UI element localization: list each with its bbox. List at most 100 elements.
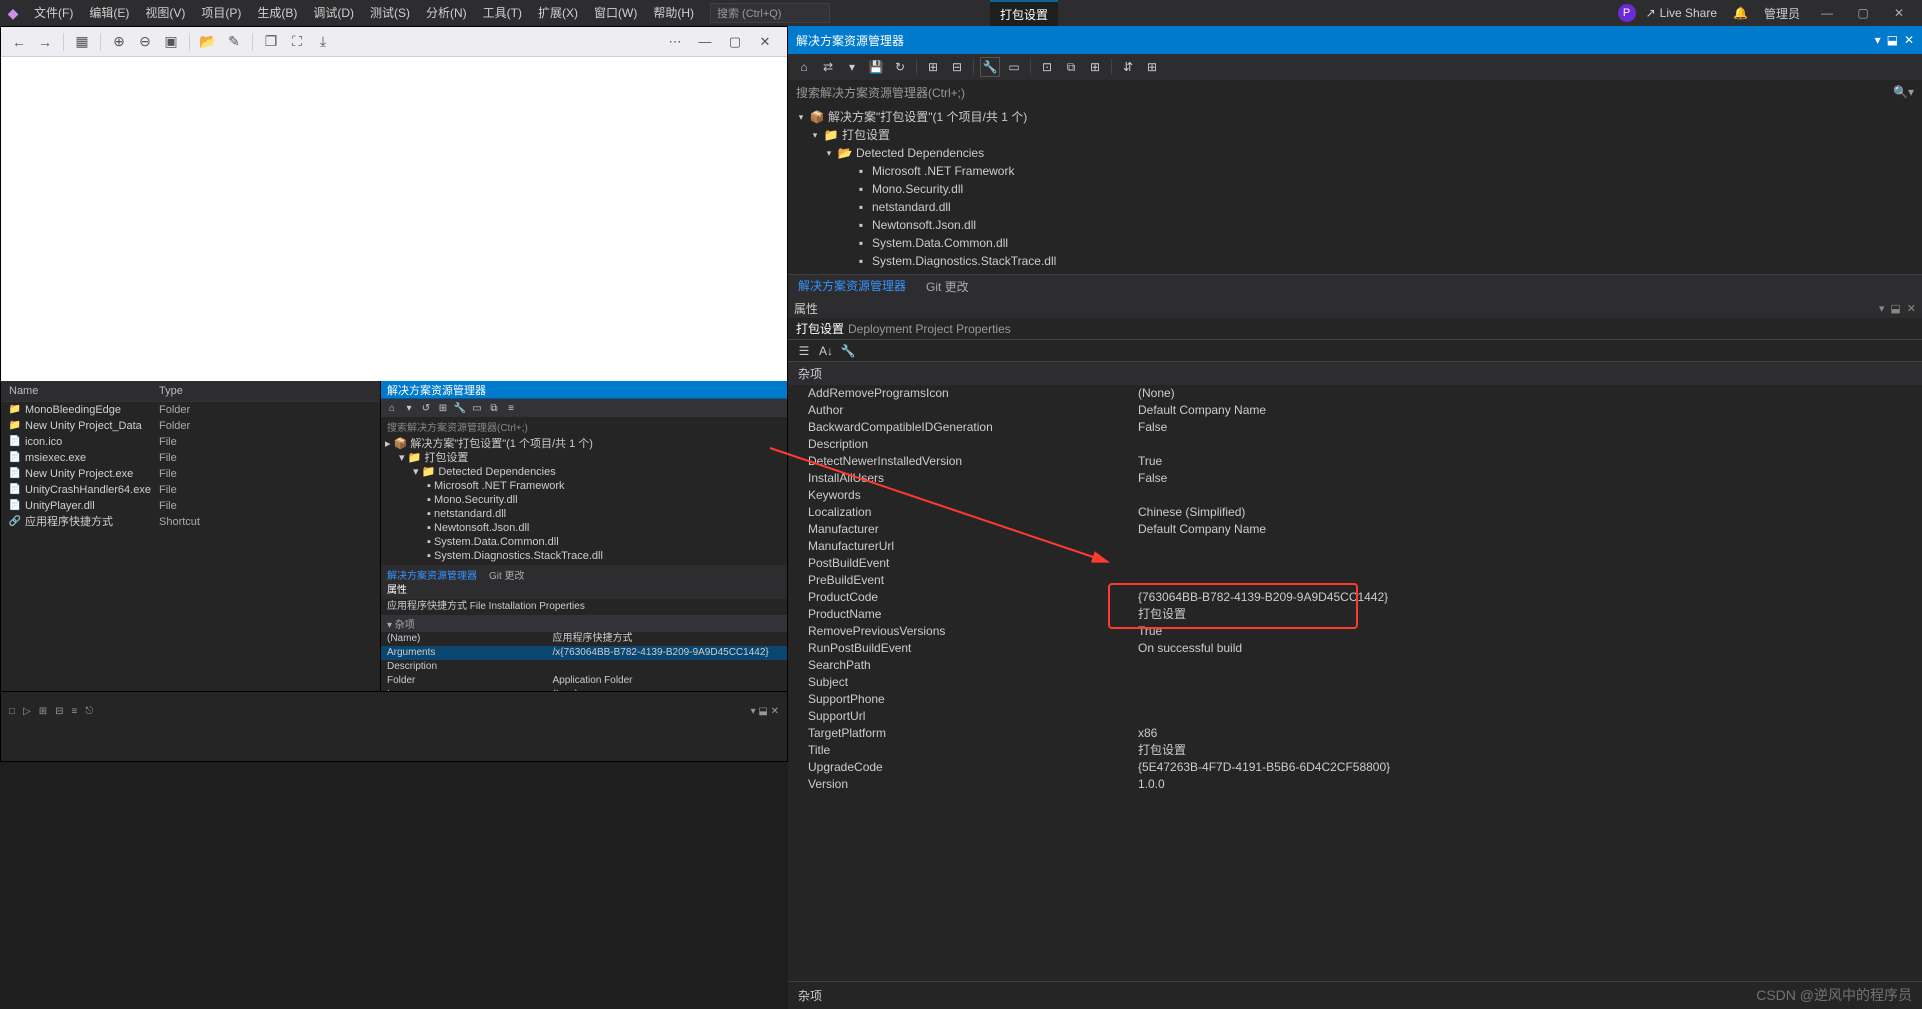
copy-icon[interactable]: ❐ [261,32,281,52]
tree-folder-deps[interactable]: ▾📂Detected Dependencies [788,144,1922,162]
menu-edit[interactable]: 编辑(E) [81,0,137,26]
folder-open-icon[interactable]: 📂 [198,32,218,52]
fs-row[interactable]: 📄New Unity Project.exeFile [1,466,380,482]
property-row[interactable]: LocalizationChinese (Simplified) [788,504,1922,521]
property-row[interactable]: SupportPhone [788,691,1922,708]
edit-icon[interactable]: ✎ [224,32,244,52]
property-row[interactable]: Title打包设置 [788,742,1922,759]
menu-tools[interactable]: 工具(T) [475,0,530,26]
property-row[interactable]: RemovePreviousVersionsTrue [788,623,1922,640]
menu-window[interactable]: 窗口(W) [586,0,645,26]
property-row[interactable]: SupportUrl [788,708,1922,725]
se-pin-icon[interactable]: ⬓ [1887,33,1898,47]
mini-property-row[interactable]: (Name)应用程序快捷方式 [381,632,787,646]
prop-events-icon[interactable]: 🔧 [840,343,856,359]
property-row[interactable]: AuthorDefault Company Name [788,402,1922,419]
search-box[interactable]: 搜索 (Ctrl+Q) [710,3,830,23]
prop-dropdown-icon[interactable]: ▾ [1879,302,1885,315]
fs-row[interactable]: 📄UnityCrashHandler64.exeFile [1,482,380,498]
property-row[interactable]: AddRemoveProgramsIcon(None) [788,385,1922,402]
tree-dependency[interactable]: ▪netstandard.dll [788,198,1922,216]
prop-categorized-icon[interactable]: ☰ [796,343,812,359]
fit-icon[interactable]: ▣ [161,32,181,52]
zoom-in-icon[interactable]: ⊕ [109,32,129,52]
fs-row[interactable]: 📁New Unity Project_DataFolder [1,418,380,434]
property-row[interactable]: ProductName打包设置 [788,606,1922,623]
property-row[interactable]: Subject [788,674,1922,691]
embed-footer-pin-icon[interactable]: ▾ ⬓ ✕ [751,706,779,717]
tab-solution-explorer[interactable]: 解决方案资源管理器 [788,274,916,300]
mini-property-row[interactable]: Description [381,660,787,674]
property-row[interactable]: UpgradeCode{5E47263B-4F7D-4191-B5B6-6D4C… [788,759,1922,776]
grid-icon[interactable]: ▦ [72,32,92,52]
menu-help[interactable]: 帮助(H) [645,0,702,26]
menu-project[interactable]: 项目(P) [193,0,249,26]
zoom-out-icon[interactable]: ⊖ [135,32,155,52]
property-row[interactable]: InstallAllUsersFalse [788,470,1922,487]
tree-dependency[interactable]: ▪Microsoft .NET Framework [788,162,1922,180]
window-min-icon[interactable]: — [1810,2,1844,24]
se-view3-icon[interactable]: ⊞ [1085,57,1105,77]
embed-close-icon[interactable]: ✕ [751,32,779,52]
property-row[interactable]: Description [788,436,1922,453]
window-close-icon[interactable]: ✕ [1882,2,1916,24]
menu-analyze[interactable]: 分析(N) [418,0,475,26]
live-share-button[interactable]: ↗Live Share [1640,6,1723,20]
menu-build[interactable]: 生成(B) [249,0,305,26]
property-row[interactable]: PostBuildEvent [788,555,1922,572]
mini-property-row[interactable]: Arguments/x{763064BB-B782-4139-B209-9A9D… [381,646,787,660]
tree-dependency[interactable]: ▪Mono.Security.dll [788,180,1922,198]
nav-forward-icon[interactable]: → [35,32,55,52]
prop-pin-icon[interactable]: ⬓ [1890,302,1900,315]
mini-tab-git[interactable]: Git 更改 [483,567,531,582]
property-row[interactable]: ManufacturerUrl [788,538,1922,555]
prop-alpha-icon[interactable]: A↓ [818,343,834,359]
fs-row[interactable]: 📁MonoBleedingEdgeFolder [1,402,380,418]
tab-git-changes[interactable]: Git 更改 [916,275,979,299]
prop-close-icon[interactable]: ✕ [1907,302,1916,315]
se-preview-icon[interactable]: ▭ [1004,57,1024,77]
property-row[interactable]: Version1.0.0 [788,776,1922,793]
notifications-icon[interactable]: 🔔 [1727,6,1754,20]
property-row[interactable]: ProductCode{763064BB-B782-4139-B209-9A9D… [788,589,1922,606]
property-row[interactable]: SearchPath [788,657,1922,674]
fs-row[interactable]: 📄UnityPlayer.dllFile [1,498,380,514]
tree-project[interactable]: ▾📁打包设置 [788,126,1922,144]
document-tab[interactable]: 打包设置 [990,0,1058,27]
property-row[interactable]: ManufacturerDefault Company Name [788,521,1922,538]
se-showall-icon[interactable]: ⊞ [923,57,943,77]
property-row[interactable]: DetectNewerInstalledVersionTrue [788,453,1922,470]
tree-dependency[interactable]: ▪System.Diagnostics.StackTrace.dll [788,252,1922,270]
property-row[interactable]: BackwardCompatibleIDGenerationFalse [788,419,1922,436]
embed-more-icon[interactable]: ⋯ [661,32,689,52]
se-view1-icon[interactable]: ⊡ [1037,57,1057,77]
property-row[interactable]: Keywords [788,487,1922,504]
tree-dependency[interactable]: ▪System.Data.Common.dll [788,234,1922,252]
menu-extensions[interactable]: 扩展(X) [530,0,586,26]
menu-debug[interactable]: 调试(D) [305,0,362,26]
tree-solution[interactable]: ▾📦解决方案"打包设置"(1 个项目/共 1 个) [788,108,1922,126]
mini-home-icon[interactable]: ⌂ [385,401,399,415]
export-icon[interactable]: ⤓ [313,32,333,52]
mini-tab-se[interactable]: 解决方案资源管理器 [381,567,483,582]
fs-row[interactable]: 📄msiexec.exeFile [1,450,380,466]
property-category[interactable]: 杂项 [788,362,1922,385]
se-refresh-icon[interactable]: ↻ [890,57,910,77]
menu-file[interactable]: 文件(F) [26,0,81,26]
se-dropdown-icon[interactable]: ▾ [1875,33,1881,47]
nav-back-icon[interactable]: ← [9,32,29,52]
window-max-icon[interactable]: ▢ [1846,2,1880,24]
se-home-icon[interactable]: ⌂ [794,57,814,77]
mini-se-search[interactable]: 搜索解决方案资源管理器(Ctrl+;) [381,417,787,435]
fs-row[interactable]: 📄icon.icoFile [1,434,380,450]
se-save-icon[interactable]: 💾 [866,57,886,77]
profile-avatar[interactable]: P [1618,4,1636,22]
se-collapse-icon[interactable]: ⊟ [947,57,967,77]
fullscreen-icon[interactable]: ⛶ [287,32,307,52]
mini-property-row[interactable]: FolderApplication Folder [381,674,787,688]
embed-min-icon[interactable]: — [691,32,719,52]
tree-dependency[interactable]: ▪Newtonsoft.Json.dll [788,216,1922,234]
se-view2-icon[interactable]: ⧉ [1061,57,1081,77]
embed-max-icon[interactable]: ▢ [721,32,749,52]
se-diff-icon[interactable]: ⇵ [1118,57,1138,77]
